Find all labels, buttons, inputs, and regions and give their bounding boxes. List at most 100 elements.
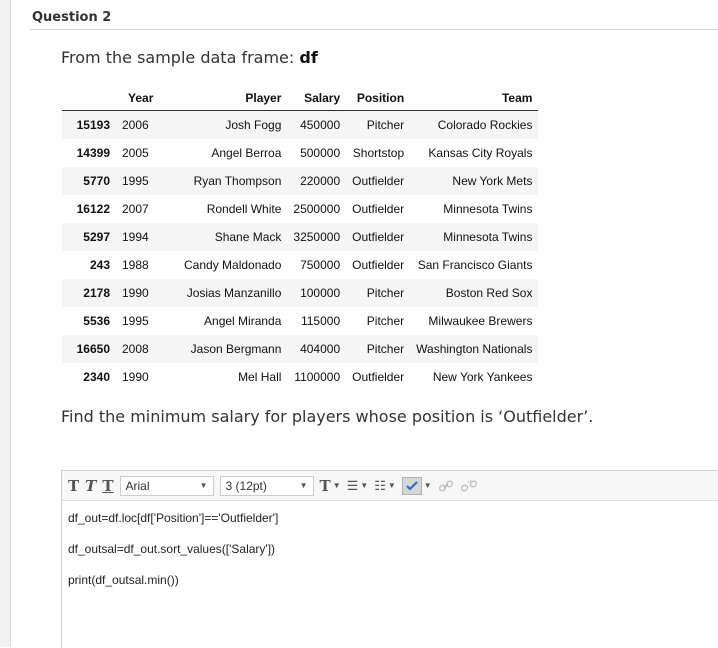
- cell-index: 2178: [62, 279, 116, 307]
- table-row: 16650 2008 Jason Bergmann 404000 Pitcher Wash…: [62, 335, 539, 363]
- question-text: Find the minimum salary for players whos…: [61, 407, 594, 426]
- cell-salary: 100000: [287, 279, 347, 307]
- code-line: df_outsal=df_out.sort_values(['Salary']): [68, 542, 276, 556]
- answer-editor: T T T Arial ▼ 3 (12pt) ▼ T ▼ ☰ ▼ ☷ ▼ ▼ df_o…: [61, 470, 718, 648]
- bold-T-icon[interactable]: T: [68, 477, 79, 495]
- title-divider: [30, 29, 718, 30]
- font-size-select[interactable]: 3 (12pt) ▼: [219, 475, 314, 496]
- header-position: Position: [346, 85, 411, 111]
- cell-team: San Francisco Giants: [417, 258, 533, 272]
- cell-salary: 115000: [300, 314, 341, 328]
- cell-team: Milwaukee Brewers: [428, 314, 533, 328]
- cell-index: 2340: [83, 370, 110, 384]
- cell-year: 2008: [116, 335, 178, 363]
- unlink-icon[interactable]: [460, 479, 478, 493]
- question-title: Question 2: [32, 10, 112, 25]
- cell-year: 1988: [122, 258, 149, 272]
- chevron-down-icon: ▼: [199, 481, 208, 490]
- cell-position: Pitcher: [346, 279, 411, 307]
- left-rail: [0, 0, 11, 647]
- cell-index: 5297: [62, 223, 116, 251]
- cell-position: Outfielder: [352, 202, 405, 216]
- cell-team: New York Mets: [410, 167, 539, 195]
- cell-salary: 220000: [287, 167, 347, 195]
- cell-position: Outfielder: [352, 258, 405, 272]
- table-row: 15193 2006 Josh Fogg 450000 Pitcher Colorado …: [62, 110, 539, 139]
- cell-year: 1990: [122, 370, 149, 384]
- cell-salary: 404000: [287, 335, 347, 363]
- table-row: 14399 2005 Angel Berroa 500000 Shortstop Kans…: [62, 139, 538, 167]
- table-row: 5297 1994 Shane Mack 3250000 Outfielder Minne…: [62, 223, 539, 251]
- table-row: 243 1988 Candy Maldonado 750000 Outfielder Sa…: [62, 251, 538, 279]
- cell-position: Outfielder: [346, 223, 411, 251]
- underline-T-icon[interactable]: T: [102, 477, 113, 495]
- cell-player: Josias Manzanillo: [178, 279, 288, 307]
- cell-year: 1990: [116, 279, 178, 307]
- cell-player: Shane Mack: [178, 223, 288, 251]
- cell-salary: 1100000: [294, 370, 341, 384]
- italic-T-icon[interactable]: T: [85, 477, 96, 495]
- code-line: print(df_outsal.min()): [68, 573, 179, 587]
- cell-year: 2007: [122, 202, 149, 216]
- font-size-value: 3 (12pt): [225, 478, 267, 493]
- cell-player: Josh Fogg: [178, 110, 288, 139]
- cell-position: Pitcher: [346, 335, 411, 363]
- cell-index: 243: [89, 258, 110, 272]
- cell-salary: 2500000: [293, 202, 341, 216]
- cell-player: Jason Bergmann: [178, 335, 288, 363]
- cell-index: 16650: [62, 335, 116, 363]
- editor-content[interactable]: df_out=df.loc[df['Position']=='Outfielde…: [62, 501, 718, 602]
- editor-toolbar: T T T Arial ▼ 3 (12pt) ▼ T ▼ ☰ ▼ ☷ ▼ ▼: [62, 471, 718, 501]
- header-team: Team: [410, 85, 539, 111]
- cell-index: 16122: [76, 202, 110, 216]
- cell-player: Angel Berroa: [211, 146, 282, 160]
- prompt-text: From the sample data frame:: [61, 48, 300, 67]
- header-index: [62, 85, 116, 111]
- table-row: 5770 1995 Ryan Thompson 220000 Outfielder New…: [62, 167, 539, 195]
- spellcheck-icon[interactable]: ▼: [401, 476, 432, 495]
- cell-team: Washington Nationals: [410, 335, 539, 363]
- font-family-value: Arial: [125, 478, 150, 493]
- cell-team: Minnesota Twins: [410, 223, 539, 251]
- table-header-row: Year Player Salary Position Team: [62, 85, 539, 111]
- cell-year: 2006: [116, 110, 178, 139]
- bullet-list-icon[interactable]: ☰ ▼: [347, 478, 369, 494]
- header-year: Year: [116, 85, 178, 111]
- cell-year: 1994: [116, 223, 178, 251]
- cell-index: 5770: [62, 167, 116, 195]
- cell-year: 2005: [122, 146, 149, 160]
- cell-index: 5536: [83, 314, 110, 328]
- cell-index: 14399: [76, 146, 110, 160]
- cell-team: Kansas City Royals: [428, 146, 533, 160]
- font-family-select[interactable]: Arial ▼: [119, 475, 214, 496]
- cell-team: Boston Red Sox: [410, 279, 539, 307]
- cell-player: Ryan Thompson: [178, 167, 288, 195]
- cell-salary: 3250000: [287, 223, 347, 251]
- chevron-down-icon: ▼: [299, 481, 308, 490]
- code-line: df_out=df.loc[df['Position']=='Outfielde…: [68, 511, 279, 525]
- prompt-df: df: [299, 48, 318, 67]
- cell-position: Pitcher: [346, 110, 411, 139]
- cell-position: Pitcher: [366, 314, 405, 328]
- cell-salary: 450000: [287, 110, 347, 139]
- header-player: Player: [178, 85, 288, 111]
- table-row: 5536 1995 Angel Miranda 115000 Pitcher Milwau…: [62, 307, 538, 335]
- table-row: 2178 1990 Josias Manzanillo 100000 Pitcher Bo…: [62, 279, 539, 307]
- cell-year: 1995: [122, 314, 149, 328]
- cell-position: Outfielder: [346, 167, 411, 195]
- link-icon[interactable]: [438, 479, 454, 493]
- prompt: From the sample data frame: df: [61, 48, 318, 67]
- cell-player: Candy Maldonado: [184, 258, 282, 272]
- numbered-list-icon[interactable]: ☷ ▼: [374, 478, 396, 494]
- cell-salary: 750000: [300, 258, 341, 272]
- cell-player: Rondell White: [206, 202, 282, 216]
- data-frame-table: Year Player Salary Position Team 15193 20…: [62, 85, 539, 391]
- text-color-icon[interactable]: T ▼: [320, 477, 341, 495]
- cell-position: Shortstop: [352, 146, 405, 160]
- cell-team: New York Yankees: [432, 370, 533, 384]
- cell-index: 15193: [62, 110, 116, 139]
- cell-team: Colorado Rockies: [410, 110, 539, 139]
- cell-team: Minnesota Twins: [443, 202, 533, 216]
- cell-player: Mel Hall: [238, 370, 282, 384]
- table-row: 2340 1990 Mel Hall 1100000 Outfielder New Yor…: [62, 363, 538, 391]
